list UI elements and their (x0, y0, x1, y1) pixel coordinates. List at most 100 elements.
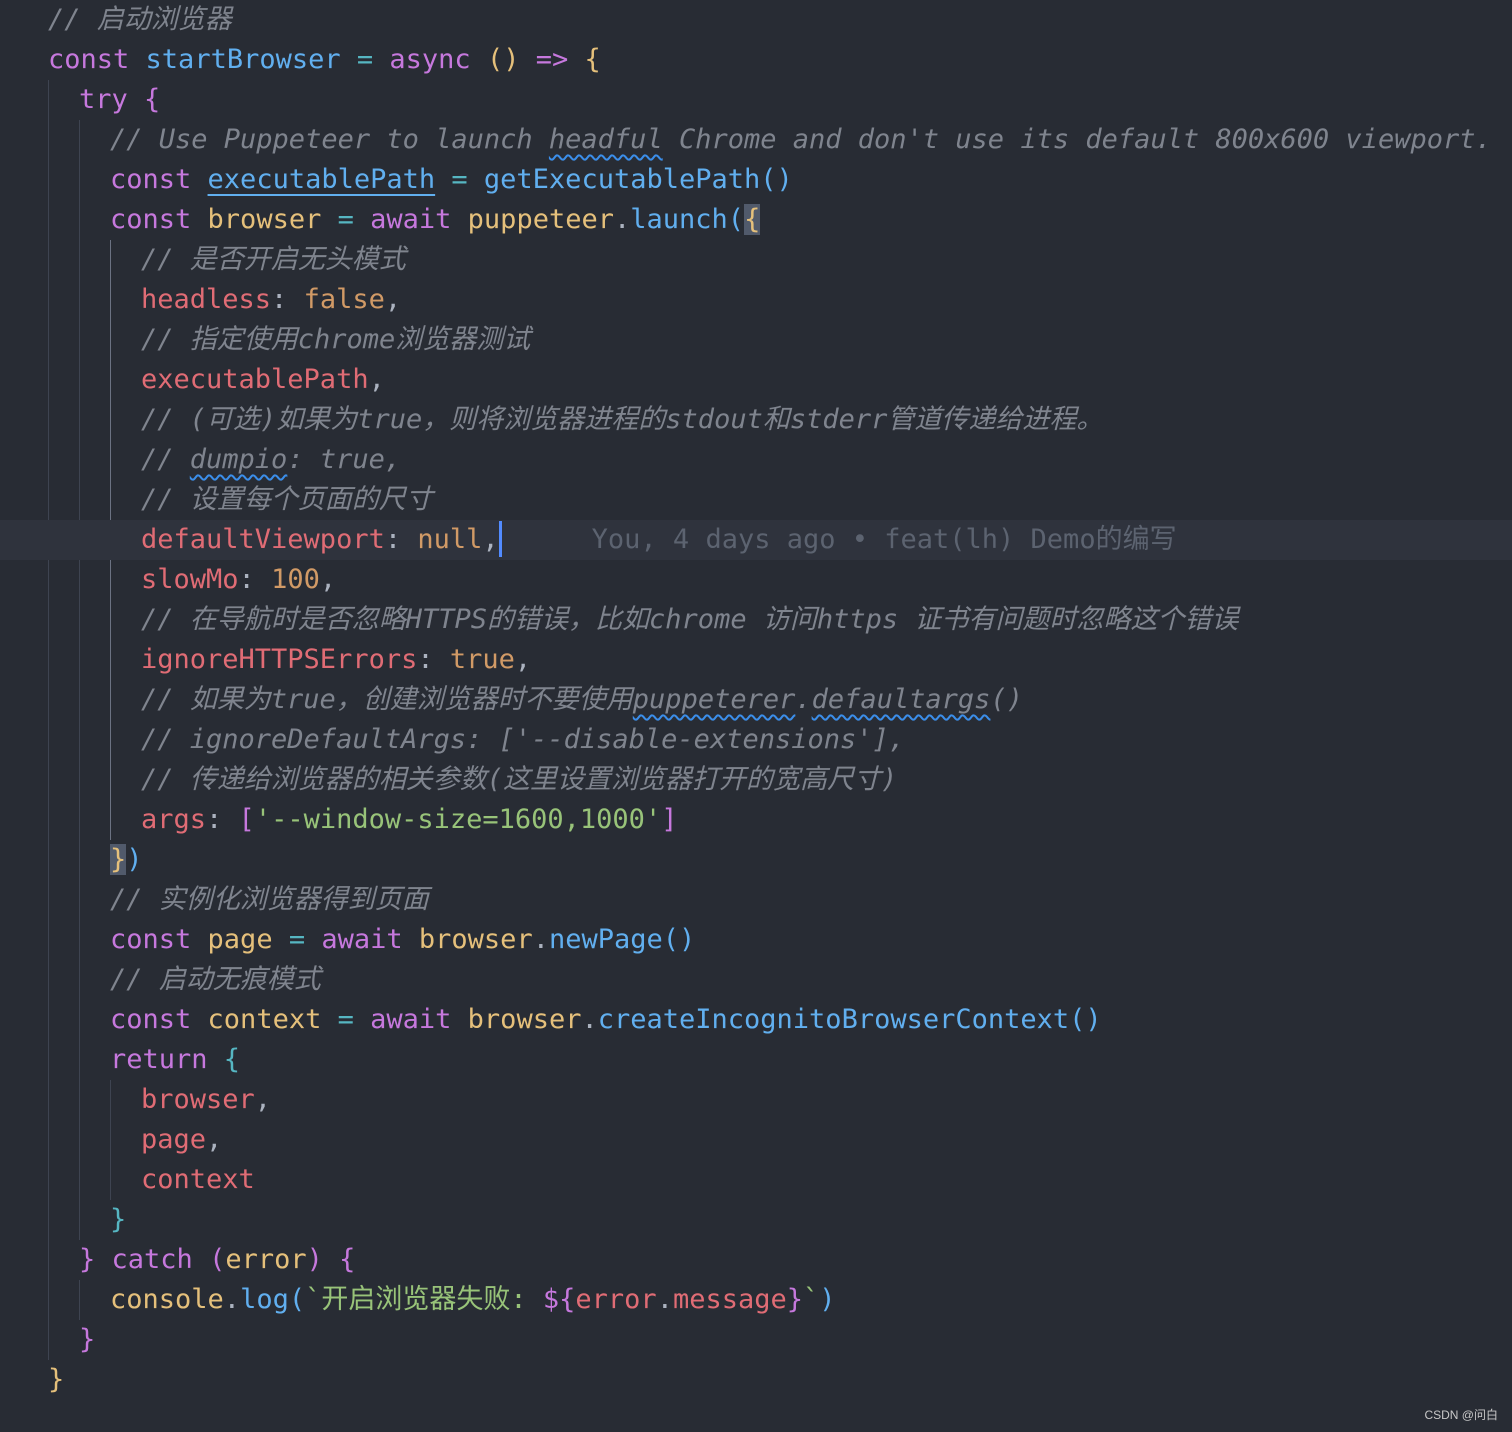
comment-line[interactable]: // (可选)如果为true，则将浏览器进程的stdout和stderr管道传递… (0, 400, 1512, 440)
code-line[interactable]: const context = await browser.createInco… (0, 1000, 1512, 1040)
comment-token: // ignoreDefaultArgs: ['--disable-extens… (141, 724, 906, 755)
code-token: , (206, 1124, 223, 1155)
comment-line[interactable]: // 设置每个页面的尺寸 (0, 480, 1512, 520)
watermark: CSDN @问白 (1424, 1408, 1498, 1422)
code-token: const (110, 204, 208, 235)
comment-line[interactable]: // 指定使用chrome浏览器测试 (0, 320, 1512, 360)
code-token: async (389, 44, 487, 75)
comment-line[interactable]: // 如果为true，创建浏览器时不要使用puppeterer.defaulta… (0, 680, 1512, 720)
code-token: const (48, 44, 146, 75)
code-line[interactable]: context (0, 1160, 1512, 1200)
code-token: . (532, 924, 549, 955)
code-line[interactable]: args: ['--window-size=1600,1000'] (0, 800, 1512, 840)
comment-token: // 设置每个页面的尺寸 (141, 484, 433, 515)
comment-token: defaultargs (811, 684, 991, 715)
git-blame-annotation[interactable]: You, 4 days ago • feat(lh) Demo的编写 (592, 524, 1177, 555)
code-token: false (303, 284, 385, 315)
current-code-line[interactable]: defaultViewport: null, You, 4 days ago • … (0, 520, 1512, 560)
code-token: ( (727, 204, 745, 235)
code-line[interactable]: executablePath, (0, 360, 1512, 400)
code-token: : (206, 804, 239, 835)
code-line[interactable]: } (0, 1320, 1512, 1360)
code-token: context (207, 1004, 322, 1035)
code-token: await (321, 924, 419, 955)
code-line[interactable]: ignoreHTTPSErrors: true, (0, 640, 1512, 680)
code-line[interactable]: console.log(`开启浏览器失败: ${error.message}`) (0, 1280, 1512, 1320)
code-token: defaultViewport (141, 524, 385, 555)
code-line[interactable]: } (0, 1200, 1512, 1240)
code-line[interactable]: }) (0, 840, 1512, 880)
code-line[interactable]: slowMo: 100, (0, 560, 1512, 600)
comment-token: // 实例化浏览器得到页面 (110, 884, 429, 915)
code-token: log (240, 1284, 289, 1315)
comment-line[interactable]: // dumpio: true, (0, 440, 1512, 480)
code-line[interactable]: try { (0, 80, 1512, 120)
code-token: browser (418, 924, 533, 955)
code-token: context (141, 1164, 255, 1195)
code-token: } (786, 1284, 804, 1315)
code-line[interactable]: const page = await browser.newPage() (0, 920, 1512, 960)
code-token: executablePath (207, 164, 436, 195)
code-token: () (662, 924, 696, 955)
code-line[interactable]: browser, (0, 1080, 1512, 1120)
code-line[interactable]: } (0, 1360, 1512, 1400)
code-token: , (319, 564, 337, 595)
comment-token: // 在导航时是否忽略HTTPS的错误，比如chrome 访问https 证书有… (141, 604, 1239, 635)
code-token: '--window-size=1600,1000' (254, 804, 662, 835)
comment-line[interactable]: // 是否开启无头模式 (0, 240, 1512, 280)
code-token: : (384, 524, 418, 555)
code-token: startBrowser (145, 44, 341, 75)
code-token: } (48, 1364, 65, 1395)
code-token: `开启浏览器失败: (305, 1284, 543, 1315)
code-token: ) (306, 1244, 340, 1275)
code-line[interactable]: const startBrowser = async () => { (0, 40, 1512, 80)
code-token: = (272, 924, 322, 955)
code-token: catch (111, 1244, 210, 1275)
code-token: ) (819, 1284, 836, 1315)
code-token: , (514, 644, 532, 675)
code-token: ignoreHTTPSErrors (141, 644, 418, 675)
code-token: error (225, 1244, 307, 1275)
comment-line[interactable]: // ignoreDefaultArgs: ['--disable-extens… (0, 720, 1512, 760)
code-line[interactable]: const executablePath = getExecutablePath… (0, 160, 1512, 200)
code-token: . (656, 1284, 673, 1315)
code-token: => (535, 44, 585, 75)
code-token: console (110, 1284, 224, 1315)
comment-line[interactable]: // 传递给浏览器的相关参数(这里设置浏览器打开的宽高尺寸) (0, 760, 1512, 800)
comment-line[interactable]: // 启动无痕模式 (0, 960, 1512, 1000)
comment-token: Chrome and don't use its default 800x600… (662, 124, 1492, 155)
code-line[interactable]: } catch (error) { (0, 1240, 1512, 1280)
comment-token: // (可选)如果为true，则将浏览器进程的stdout和stderr管道传递… (141, 404, 1104, 435)
code-token: ( (209, 1244, 226, 1275)
code-token: newPage (548, 924, 663, 955)
code-line[interactable]: page, (0, 1120, 1512, 1160)
code-token: page (141, 1124, 207, 1155)
comment-line[interactable]: // 在导航时是否忽略HTTPS的错误，比如chrome 访问https 证书有… (0, 600, 1512, 640)
comment-token: dumpio (189, 444, 288, 475)
code-token: headless (141, 284, 272, 315)
code-line[interactable]: return { (0, 1040, 1512, 1080)
comment-line[interactable]: // 实例化浏览器得到页面 (0, 880, 1512, 920)
code-line[interactable]: headless: false, (0, 280, 1512, 320)
code-token: browser (467, 1004, 582, 1035)
code-token: const (110, 924, 208, 955)
code-token: await (370, 204, 468, 235)
comment-token: // (141, 444, 190, 475)
code-token: () (486, 44, 536, 75)
comment-token: // Use Puppeteer to launch (110, 124, 549, 155)
code-token: . (223, 1284, 241, 1315)
code-token: : (417, 644, 450, 675)
code-token: puppeteer (467, 204, 614, 235)
comment-line[interactable]: // 启动浏览器 (0, 0, 1512, 40)
code-token: ( (288, 1284, 306, 1315)
code-token: null (417, 524, 483, 555)
comment-token: // 启动浏览器 (48, 4, 232, 35)
comment-token: . (795, 684, 812, 715)
code-token: args (141, 804, 207, 835)
code-token: , (384, 284, 402, 315)
code-line[interactable]: const browser = await puppeteer.launch({ (0, 200, 1512, 240)
comment-line[interactable]: // Use Puppeteer to launch headful Chrom… (0, 120, 1512, 160)
code-token: ] (661, 804, 678, 835)
code-editor[interactable]: // 启动浏览器 const startBrowser = async () =>… (0, 0, 1512, 1432)
comment-token: // 如果为true，创建浏览器时不要使用 (141, 684, 633, 715)
